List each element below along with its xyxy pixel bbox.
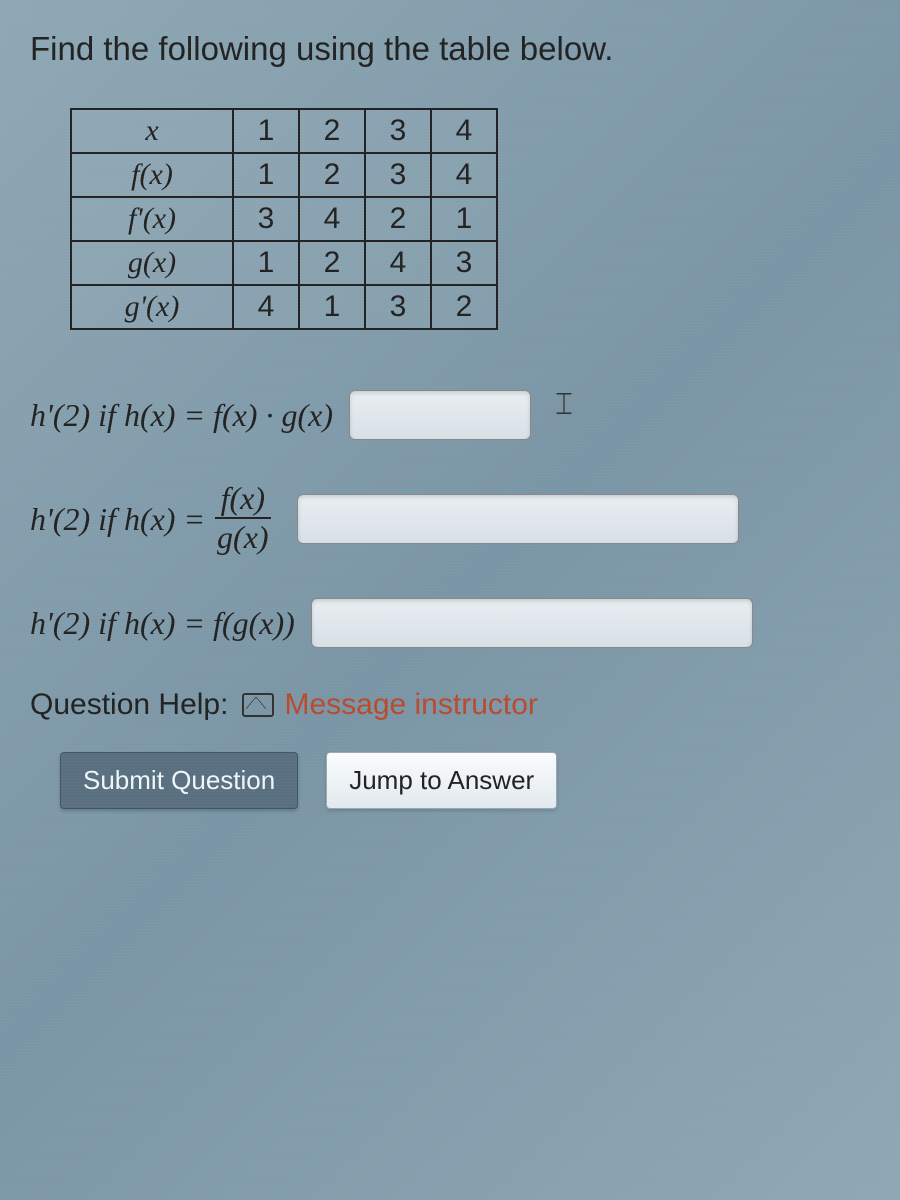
cell: 1 (233, 241, 299, 285)
cell: 2 (365, 197, 431, 241)
table-row: g'(x) 4 1 3 2 (71, 285, 497, 329)
row-label: g(x) (128, 246, 176, 279)
question-3: h'(2) if h(x) = f(g(x)) (30, 598, 870, 648)
cell: 3 (365, 285, 431, 329)
fraction-denominator: g(x) (211, 519, 275, 558)
q2-prefix: h'(2) if h(x) = (30, 501, 205, 538)
submit-question-button[interactable]: Submit Question (60, 752, 298, 809)
row-label: g'(x) (125, 290, 180, 323)
message-instructor-link[interactable]: Message instructor (242, 688, 537, 722)
q2-expression: h'(2) if h(x) = f(x) g(x) (30, 480, 281, 558)
jump-to-answer-button[interactable]: Jump to Answer (326, 752, 557, 809)
question-1: h'(2) if h(x) = f(x) · g(x) ⌶ (30, 390, 870, 440)
cell: 3 (365, 109, 431, 153)
question-help-row: Question Help: Message instructor (30, 688, 870, 722)
mail-icon (242, 693, 274, 717)
cell: 3 (233, 197, 299, 241)
cell: 4 (233, 285, 299, 329)
prompt-text: Find the following using the table below… (30, 30, 870, 68)
table-row: g(x) 1 2 4 3 (71, 241, 497, 285)
cell: 4 (365, 241, 431, 285)
row-label: f'(x) (128, 202, 176, 235)
cell: 1 (431, 197, 497, 241)
cell: 4 (431, 109, 497, 153)
button-row: Submit Question Jump to Answer (60, 752, 870, 809)
q1-expression: h'(2) if h(x) = f(x) · g(x) (30, 397, 333, 434)
answer-input-2[interactable] (297, 494, 739, 544)
fraction-numerator: f(x) (215, 480, 271, 519)
cell: 1 (299, 285, 365, 329)
q3-expression: h'(2) if h(x) = f(g(x)) (30, 605, 295, 642)
answer-input-3[interactable] (311, 598, 753, 648)
answer-input-1[interactable] (349, 390, 531, 440)
cell: 4 (299, 197, 365, 241)
cell: 2 (299, 109, 365, 153)
cell: 1 (233, 109, 299, 153)
row-label: f(x) (131, 158, 173, 191)
question-2: h'(2) if h(x) = f(x) g(x) (30, 480, 870, 558)
table-row: x 1 2 3 4 (71, 109, 497, 153)
function-table-wrap: x 1 2 3 4 f(x) 1 2 3 4 f'(x) 3 4 2 1 g(x… (70, 108, 870, 330)
fraction: f(x) g(x) (211, 480, 275, 558)
cell: 3 (365, 153, 431, 197)
question-help-label: Question Help: (30, 688, 228, 722)
cell: 1 (233, 153, 299, 197)
table-row: f'(x) 3 4 2 1 (71, 197, 497, 241)
message-instructor-text: Message instructor (284, 688, 537, 722)
cell: 2 (299, 241, 365, 285)
cell: 2 (299, 153, 365, 197)
cell: 3 (431, 241, 497, 285)
cell: 2 (431, 285, 497, 329)
cell: 4 (431, 153, 497, 197)
text-cursor-icon: ⌶ (555, 388, 573, 422)
table-row: f(x) 1 2 3 4 (71, 153, 497, 197)
row-label: x (145, 114, 158, 147)
function-table: x 1 2 3 4 f(x) 1 2 3 4 f'(x) 3 4 2 1 g(x… (70, 108, 498, 330)
